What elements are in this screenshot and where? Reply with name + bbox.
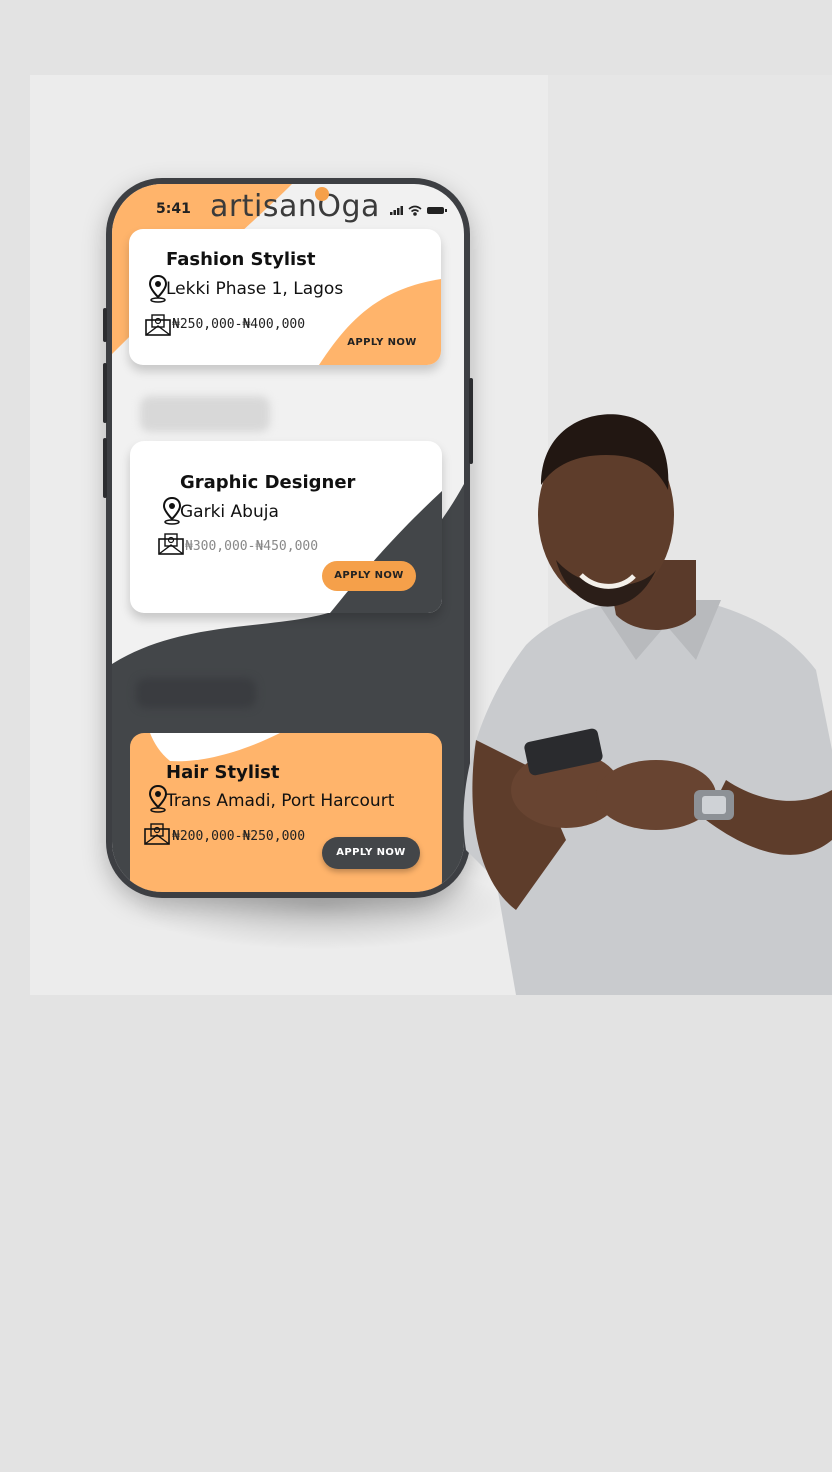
money-envelope-icon [158, 533, 184, 555]
job-title: Fashion Stylist [166, 249, 316, 270]
job-title: Graphic Designer [180, 472, 356, 493]
map-pin-icon [149, 785, 167, 813]
apply-now-button[interactable]: APPLY NOW [322, 561, 416, 591]
app-screen: 5:41 artisanOga Fashion Stylist Lekki Ph… [112, 184, 464, 892]
apply-now-button[interactable]: APPLY NOW [322, 837, 420, 869]
status-icons [390, 205, 447, 216]
person-holding-phone-photo [463, 414, 832, 995]
signal-icon [390, 206, 403, 215]
mute-switch [103, 308, 107, 342]
battery-icon [427, 207, 447, 214]
app-logo: artisanOga [210, 189, 380, 224]
volume-down-button [103, 438, 107, 498]
map-pin-icon [163, 497, 181, 525]
job-location: Lekki Phase 1, Lagos [166, 279, 344, 299]
phone-mockup: 5:41 artisanOga Fashion Stylist Lekki Ph… [103, 178, 473, 898]
money-envelope-icon [145, 314, 171, 336]
volume-up-button [103, 363, 107, 423]
apply-now-button[interactable]: APPLY NOW [341, 333, 423, 353]
blurred-placeholder [136, 678, 256, 708]
job-salary: ₦300,000-₦450,000 [185, 539, 319, 554]
status-time: 5:41 [156, 201, 191, 217]
money-envelope-icon [144, 823, 170, 845]
job-salary: ₦200,000-₦250,000 [172, 829, 306, 844]
job-title: Hair Stylist [166, 762, 280, 783]
job-card-fashion-stylist[interactable]: Fashion Stylist Lekki Phase 1, Lagos ₦25… [129, 229, 441, 365]
job-card-hair-stylist[interactable]: Hair Stylist Trans Amadi, Port Harcourt … [130, 733, 442, 892]
wifi-icon [408, 205, 422, 216]
blurred-placeholder [140, 396, 270, 432]
job-location: Garki Abuja [180, 502, 279, 522]
job-card-graphic-designer[interactable]: Graphic Designer Garki Abuja ₦300,000-₦4… [130, 441, 442, 613]
map-pin-icon [149, 275, 167, 303]
job-location: Trans Amadi, Port Harcourt [166, 791, 395, 811]
logo-accent-dot [315, 187, 329, 201]
job-salary: ₦250,000-₦400,000 [172, 317, 306, 332]
